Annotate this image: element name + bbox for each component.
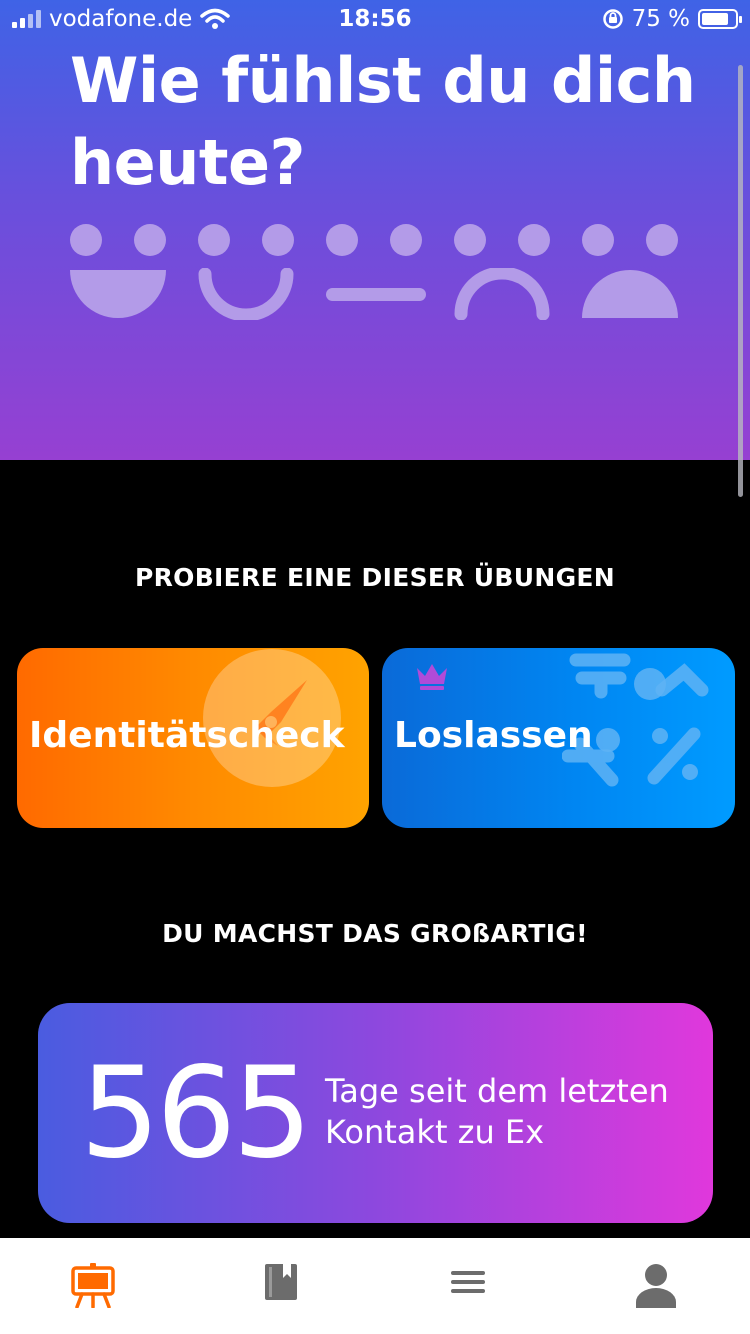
status-right: 75 % <box>602 6 742 32</box>
battery-percent: 75 % <box>631 6 690 32</box>
crown-icon <box>417 664 447 690</box>
tab-bar <box>0 1238 750 1334</box>
exercise-card-identity-check[interactable]: Identitätscheck <box>17 648 369 828</box>
easel-icon <box>71 1263 115 1308</box>
exercises-heading: PROBIERE EINE DIESER ÜBUNGEN <box>134 563 616 592</box>
rotation-lock-icon <box>602 9 623 29</box>
no-contact-streak-card[interactable]: 565 Tage seit dem letzten Kontakt zu Ex <box>38 1003 713 1223</box>
happy-face-icon[interactable] <box>198 222 294 322</box>
days-count: 565 <box>80 1039 312 1186</box>
sad-face-icon[interactable] <box>454 222 550 322</box>
exercise-card-letting-go[interactable]: Loslassen <box>382 648 735 828</box>
status-bar: vodafone.de 18:56 75 % <box>0 0 750 40</box>
mood-selector <box>70 222 680 322</box>
tab-home[interactable] <box>63 1262 123 1314</box>
tab-menu[interactable] <box>438 1262 498 1314</box>
tab-journal[interactable] <box>251 1262 311 1314</box>
menu-icon <box>451 1271 485 1293</box>
mood-header: vodafone.de 18:56 75 % Wie fühlst du dic… <box>0 0 750 460</box>
battery-icon <box>698 9 742 29</box>
tab-profile[interactable] <box>626 1262 686 1314</box>
progress-heading: DU MACHST DAS GROßARTIG! <box>162 919 588 948</box>
page-title: Wie fühlst du dich heute? <box>70 44 696 199</box>
profile-icon <box>636 1264 676 1308</box>
days-description: Tage seit dem letzten Kontakt zu Ex <box>325 1072 669 1151</box>
exercise-card-label: Identitätscheck <box>29 715 345 756</box>
very-sad-face-icon[interactable] <box>582 222 678 322</box>
very-happy-face-icon[interactable] <box>70 222 166 322</box>
book-icon <box>265 1264 297 1300</box>
neutral-face-icon[interactable] <box>326 222 426 322</box>
exercise-card-label: Loslassen <box>394 715 593 756</box>
scroll-indicator[interactable] <box>738 65 743 497</box>
